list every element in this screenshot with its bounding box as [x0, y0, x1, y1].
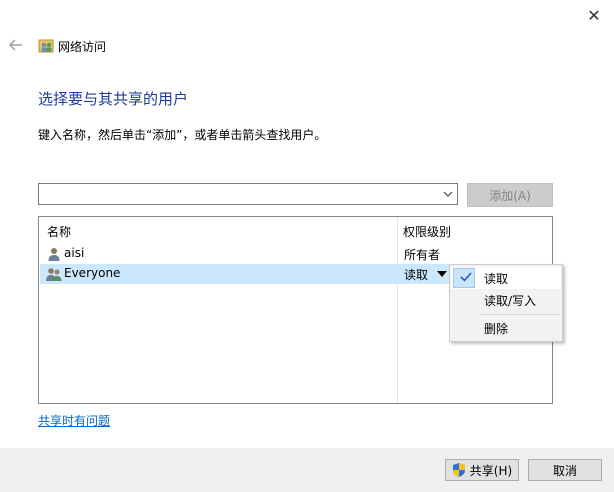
menu-item-read-write[interactable]: 读取/写入 — [451, 289, 561, 311]
sharing-help-link[interactable]: 共享时有问题 — [38, 412, 110, 429]
share-button[interactable]: 共享(H) — [445, 459, 519, 481]
menu-item-remove[interactable]: 删除 — [451, 317, 561, 339]
user-name: aisi — [64, 246, 85, 260]
menu-item-read[interactable]: 读取 — [451, 267, 561, 289]
checkmark-icon — [459, 270, 473, 284]
add-button[interactable]: 添加(A) — [467, 183, 553, 207]
back-arrow-icon[interactable] — [7, 36, 25, 54]
shield-icon — [452, 462, 466, 478]
close-button[interactable]: ✕ — [580, 4, 608, 26]
column-header-name[interactable]: 名称 — [47, 223, 71, 240]
window-title: 网络访问 — [58, 40, 107, 54]
page-heading: 选择要与其共享的用户 — [38, 90, 189, 108]
permission-level: 所有者 — [404, 248, 441, 262]
user-name: Everyone — [64, 266, 121, 280]
permission-level[interactable]: 读取 — [404, 266, 428, 283]
cancel-button[interactable]: 取消 — [528, 459, 602, 481]
group-icon — [45, 266, 62, 282]
network-users-icon — [38, 38, 54, 54]
permission-menu: 读取 读取/写入 删除 — [449, 264, 563, 342]
menu-separator — [480, 314, 560, 315]
share-button-label: 共享(H) — [469, 463, 513, 478]
dialog-footer — [0, 448, 614, 492]
menu-item-label: 读取/写入 — [484, 294, 537, 308]
chevron-down-icon[interactable] — [443, 187, 453, 201]
menu-item-label: 读取 — [484, 272, 509, 286]
menu-item-label: 删除 — [484, 322, 509, 336]
column-header-permission[interactable]: 权限级别 — [403, 223, 451, 240]
dropdown-arrow-icon[interactable] — [437, 271, 447, 277]
list-item[interactable]: aisi 所有者 — [40, 244, 551, 264]
user-name-combobox[interactable] — [38, 183, 458, 205]
user-icon — [46, 246, 62, 262]
instruction-text: 键入名称，然后单击“添加”，或者单击箭头查找用户。 — [38, 128, 327, 142]
